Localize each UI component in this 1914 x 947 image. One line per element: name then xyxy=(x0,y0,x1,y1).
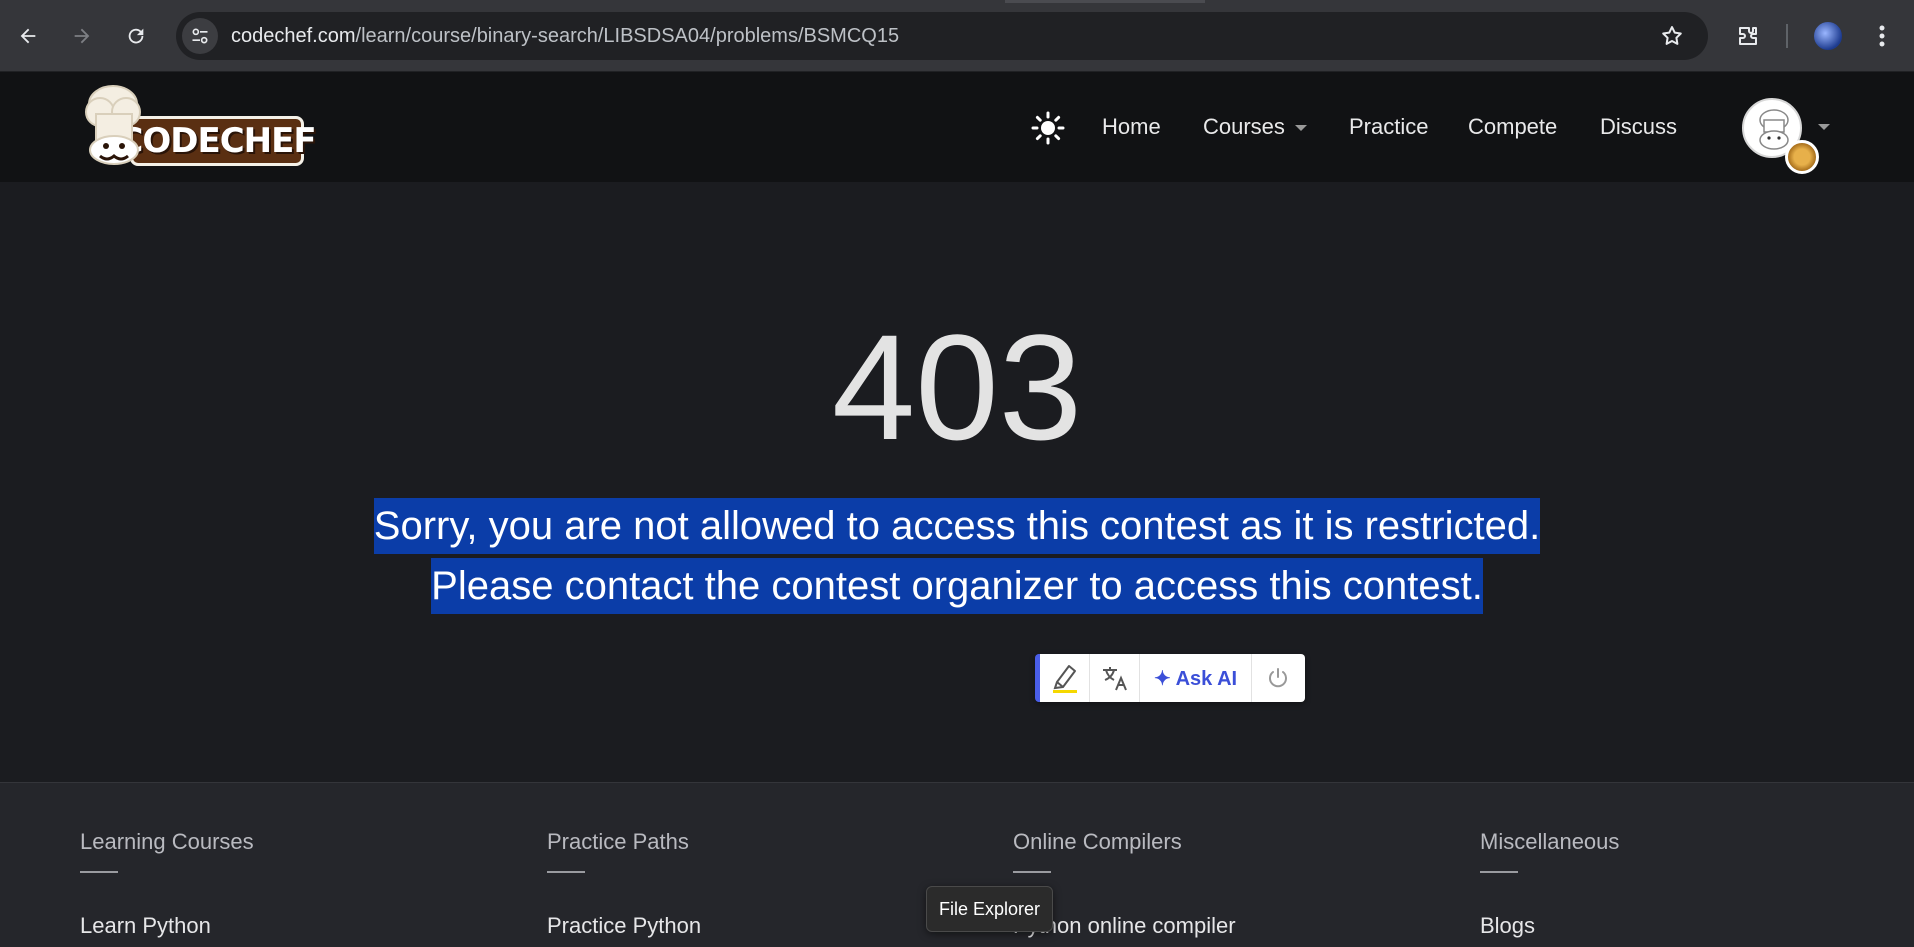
logo-text: CODECHEF xyxy=(118,116,317,166)
site-info-icon[interactable] xyxy=(182,18,218,54)
nav-courses-label: Courses xyxy=(1203,114,1285,139)
profile-icon[interactable] xyxy=(1812,20,1844,52)
selection-toolbar: ✦ Ask AI xyxy=(1035,654,1305,702)
back-icon[interactable] xyxy=(10,18,46,54)
site-header: CODECHEF Home Courses Practice Compete D… xyxy=(0,72,1914,182)
footer-heading: Learning Courses xyxy=(80,829,254,854)
taskbar-tooltip: File Explorer xyxy=(926,886,1054,932)
footer-heading: Online Compilers xyxy=(1013,829,1182,854)
url-text: codechef.com/learn/course/binary-search/… xyxy=(231,25,899,48)
browser-toolbar: codechef.com/learn/course/binary-search/… xyxy=(0,0,1914,72)
error-page: 403 Sorry, you are not allowed to access… xyxy=(0,182,1914,782)
footer-divider xyxy=(80,871,118,873)
nav-discuss[interactable]: Discuss xyxy=(1600,114,1677,140)
url-path: /learn/course/binary-search/LIBSDSA04/pr… xyxy=(355,25,900,47)
chef-hat-icon xyxy=(85,85,141,165)
footer-col-miscellaneous: Miscellaneous Blogs xyxy=(1480,829,1619,939)
footer-col-practice-paths: Practice Paths Practice Python xyxy=(547,829,701,939)
rating-badge-icon xyxy=(1785,140,1819,174)
chevron-down-icon xyxy=(1294,125,1307,132)
error-message-text: Sorry, you are not allowed to access thi… xyxy=(373,498,1541,614)
toolbar-separator xyxy=(1786,24,1788,48)
nav-home[interactable]: Home xyxy=(1102,114,1161,140)
reload-icon[interactable] xyxy=(118,18,154,54)
nav-practice[interactable]: Practice xyxy=(1349,114,1428,140)
footer-link-practice-python[interactable]: Practice Python xyxy=(547,913,701,939)
ask-ai-button[interactable]: ✦ Ask AI xyxy=(1140,654,1253,702)
menu-icon[interactable] xyxy=(1864,18,1900,54)
footer-divider xyxy=(1013,871,1051,873)
footer-heading: Miscellaneous xyxy=(1480,829,1620,854)
error-code: 403 xyxy=(831,303,1083,471)
address-bar[interactable]: codechef.com/learn/course/binary-search/… xyxy=(176,12,1708,60)
star-icon[interactable] xyxy=(1660,24,1684,53)
extensions-icon[interactable] xyxy=(1730,18,1766,54)
translate-icon[interactable] xyxy=(1090,654,1140,702)
footer-heading: Practice Paths xyxy=(547,829,689,854)
url-host: codechef.com xyxy=(231,25,356,47)
codechef-logo[interactable]: CODECHEF xyxy=(80,82,317,172)
power-icon[interactable] xyxy=(1252,654,1304,702)
highlighter-icon[interactable] xyxy=(1040,654,1090,702)
error-message: Sorry, you are not allowed to access thi… xyxy=(370,496,1544,616)
footer-divider xyxy=(1480,871,1518,873)
tab-strip-indicator xyxy=(1005,0,1205,3)
nav-courses[interactable]: Courses xyxy=(1203,114,1307,140)
footer-divider xyxy=(547,871,585,873)
avatar-chevron-down-icon[interactable] xyxy=(1818,124,1830,130)
theme-toggle-sun-icon[interactable] xyxy=(1028,108,1068,148)
footer-col-learning-courses: Learning Courses Learn Python xyxy=(80,829,254,939)
nav-compete[interactable]: Compete xyxy=(1468,114,1557,140)
forward-icon[interactable] xyxy=(64,18,100,54)
footer-link-learn-python[interactable]: Learn Python xyxy=(80,913,254,939)
footer-link-blogs[interactable]: Blogs xyxy=(1480,913,1619,939)
